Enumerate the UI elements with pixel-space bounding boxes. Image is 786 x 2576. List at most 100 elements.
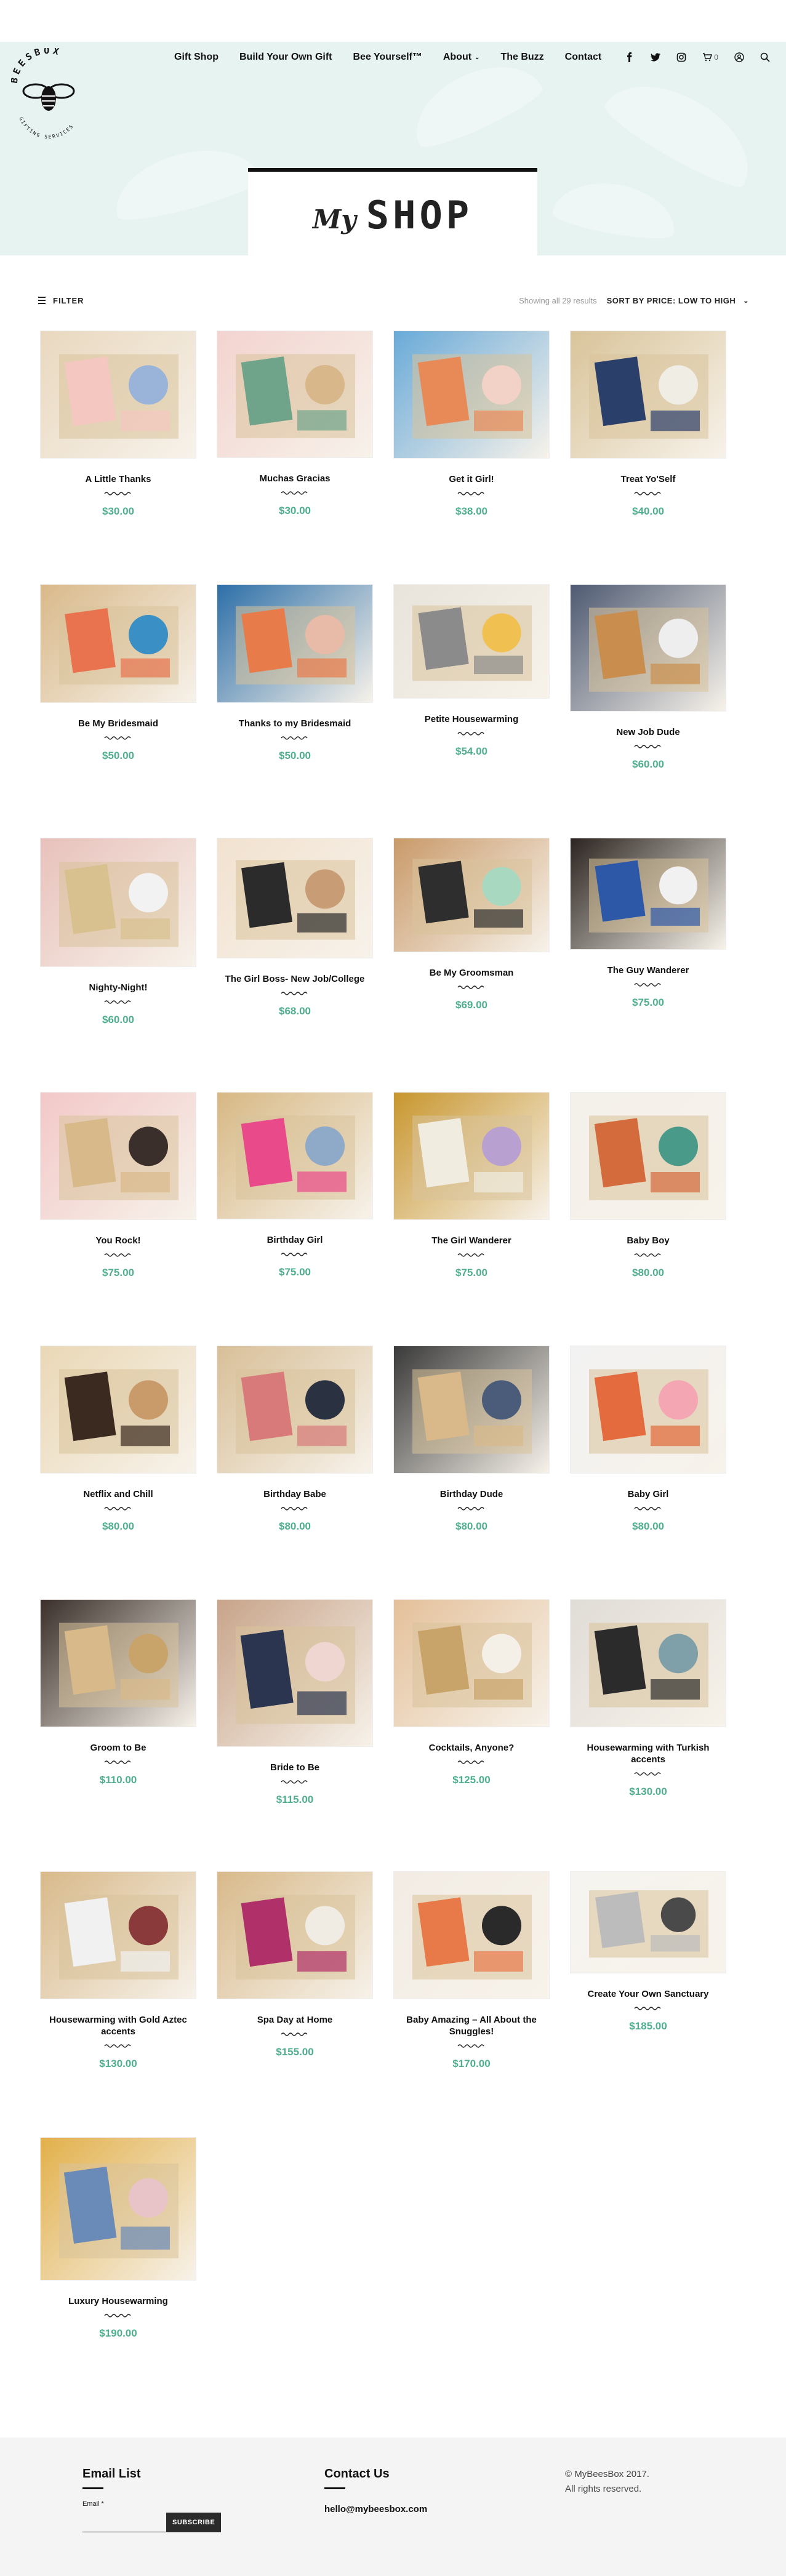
product-name[interactable]: Create Your Own Sanctuary — [570, 1988, 726, 2000]
product-name[interactable]: Birthday Dude — [393, 1488, 550, 1500]
nav-build-your-own-gift[interactable]: Build Your Own Gift — [239, 52, 332, 63]
product-name[interactable]: The Girl Boss- New Job/College — [217, 973, 373, 985]
product-image[interactable] — [393, 1092, 550, 1220]
product-name[interactable]: Thanks to my Bridesmaid — [217, 718, 373, 729]
product-name[interactable]: Baby Amazing – All About the Snuggles! — [393, 2014, 550, 2037]
product-card[interactable]: Baby Boy $80.00 — [570, 1092, 726, 1279]
product-image[interactable] — [217, 1871, 373, 1999]
product-image[interactable] — [393, 838, 550, 952]
product-image[interactable] — [570, 1871, 726, 1973]
product-card[interactable]: Cocktails, Anyone? $125.00 — [393, 1599, 550, 1786]
product-image[interactable] — [40, 1871, 196, 1999]
product-name[interactable]: Be My Groomsman — [393, 967, 550, 979]
nav-bee-yourself[interactable]: Bee Yourself™ — [353, 52, 422, 63]
product-name[interactable]: Birthday Girl — [217, 1234, 373, 1246]
cart-icon[interactable]: 0 — [702, 52, 718, 62]
product-card[interactable]: Housewarming with Gold Aztec accents $130… — [40, 1871, 196, 2070]
product-card[interactable]: Thanks to my Bridesmaid $50.00 — [217, 584, 373, 762]
product-card[interactable]: Be My Groomsman $69.00 — [393, 838, 550, 1011]
beesbox-logo[interactable]: BEESBOX GIFTING SERVICES — [9, 45, 86, 153]
product-card[interactable]: The Girl Boss- New Job/College $68.00 — [217, 838, 373, 1017]
product-card[interactable]: Birthday Girl $75.00 — [217, 1092, 373, 1278]
product-name[interactable]: Cocktails, Anyone? — [393, 1742, 550, 1754]
product-name[interactable]: The Guy Wanderer — [570, 965, 726, 976]
product-image[interactable] — [217, 1599, 373, 1747]
product-image[interactable] — [570, 1092, 726, 1220]
product-name[interactable]: Bride to Be — [217, 1762, 373, 1773]
product-card[interactable]: Netflix and Chill $80.00 — [40, 1346, 196, 1533]
product-image[interactable] — [393, 584, 550, 699]
product-card[interactable]: Baby Amazing – All About the Snuggles! $1… — [393, 1871, 550, 2070]
product-image[interactable] — [217, 838, 373, 958]
product-image[interactable] — [40, 2137, 196, 2281]
product-image[interactable] — [217, 331, 373, 458]
product-card[interactable]: Muchas Gracias $30.00 — [217, 331, 373, 517]
nav-gift-shop[interactable]: Gift Shop — [174, 52, 219, 63]
product-image[interactable] — [217, 1092, 373, 1219]
user-icon[interactable] — [734, 52, 744, 62]
product-card[interactable]: Groom to Be $110.00 — [40, 1599, 196, 1786]
product-card[interactable]: Birthday Dude $80.00 — [393, 1346, 550, 1533]
search-icon[interactable] — [760, 52, 770, 62]
product-card[interactable]: Treat Yo'Self $40.00 — [570, 331, 726, 518]
product-name[interactable]: Petite Housewarming — [393, 713, 550, 725]
product-card[interactable]: Spa Day at Home $155.00 — [217, 1871, 373, 2058]
product-image[interactable] — [217, 584, 373, 703]
product-card[interactable]: Nighty-Night! $60.00 — [40, 838, 196, 1026]
product-card[interactable]: Birthday Babe $80.00 — [217, 1346, 373, 1533]
contact-email-link[interactable]: hello@mybeesbox.com — [324, 2504, 427, 2514]
product-card[interactable]: The Guy Wanderer $75.00 — [570, 838, 726, 1009]
product-image[interactable] — [570, 1599, 726, 1727]
product-image[interactable] — [393, 331, 550, 459]
product-card[interactable]: Petite Housewarming $54.00 — [393, 584, 550, 758]
product-image[interactable] — [40, 1599, 196, 1727]
product-image[interactable] — [40, 838, 196, 967]
product-card[interactable]: Be My Bridesmaid $50.00 — [40, 584, 196, 762]
product-image[interactable] — [393, 1871, 550, 1999]
product-name[interactable]: The Girl Wanderer — [393, 1235, 550, 1246]
nav-contact[interactable]: Contact — [565, 52, 602, 63]
facebook-icon[interactable] — [625, 52, 635, 62]
product-name[interactable]: Netflix and Chill — [40, 1488, 196, 1500]
product-card[interactable]: Get it Girl! $38.00 — [393, 331, 550, 518]
nav-the-buzz[interactable]: The Buzz — [500, 52, 543, 63]
product-image[interactable] — [570, 331, 726, 459]
product-name[interactable]: Baby Girl — [570, 1488, 726, 1500]
product-name[interactable]: New Job Dude — [570, 726, 726, 738]
product-image[interactable] — [40, 331, 196, 459]
product-card[interactable]: Create Your Own Sanctuary $185.00 — [570, 1871, 726, 2032]
product-name[interactable]: Luxury Housewarming — [40, 2295, 196, 2307]
product-card[interactable]: New Job Dude $60.00 — [570, 584, 726, 771]
product-name[interactable]: Treat Yo'Self — [570, 473, 726, 485]
product-name[interactable]: Be My Bridesmaid — [40, 718, 196, 729]
product-card[interactable]: You Rock! $75.00 — [40, 1092, 196, 1279]
filter-button[interactable]: FILTER — [38, 296, 84, 305]
email-field[interactable] — [82, 2513, 166, 2532]
product-image[interactable] — [40, 584, 196, 703]
product-image[interactable] — [40, 1346, 196, 1474]
product-image[interactable] — [570, 838, 726, 950]
product-image[interactable] — [570, 584, 726, 712]
product-image[interactable] — [393, 1346, 550, 1474]
product-image[interactable] — [40, 1092, 196, 1220]
product-name[interactable]: Groom to Be — [40, 1742, 196, 1754]
instagram-icon[interactable] — [676, 52, 686, 62]
product-card[interactable]: The Girl Wanderer $75.00 — [393, 1092, 550, 1279]
product-name[interactable]: Spa Day at Home — [217, 2014, 373, 2026]
product-name[interactable]: Housewarming with Turkish accents — [570, 1742, 726, 1765]
twitter-icon[interactable] — [651, 52, 661, 62]
product-name[interactable]: Nighty-Night! — [40, 982, 196, 993]
product-image[interactable] — [393, 1599, 550, 1727]
product-card[interactable]: Housewarming with Turkish accents $130.00 — [570, 1599, 726, 1798]
product-card[interactable]: Baby Girl $80.00 — [570, 1346, 726, 1533]
product-card[interactable]: Luxury Housewarming $190.00 — [40, 2137, 196, 2340]
nav-about[interactable]: About ⌄ — [443, 52, 480, 63]
product-image[interactable] — [217, 1346, 373, 1474]
sort-select[interactable]: SORT BY PRICE: LOW TO HIGH ⌄ — [607, 296, 749, 305]
product-card[interactable]: A Little Thanks $30.00 — [40, 331, 196, 518]
product-name[interactable]: You Rock! — [40, 1235, 196, 1246]
product-image[interactable] — [570, 1346, 726, 1474]
subscribe-button[interactable]: SUBSCRIBE — [166, 2513, 222, 2532]
product-name[interactable]: Muchas Gracias — [217, 473, 373, 484]
product-name[interactable]: Birthday Babe — [217, 1488, 373, 1500]
